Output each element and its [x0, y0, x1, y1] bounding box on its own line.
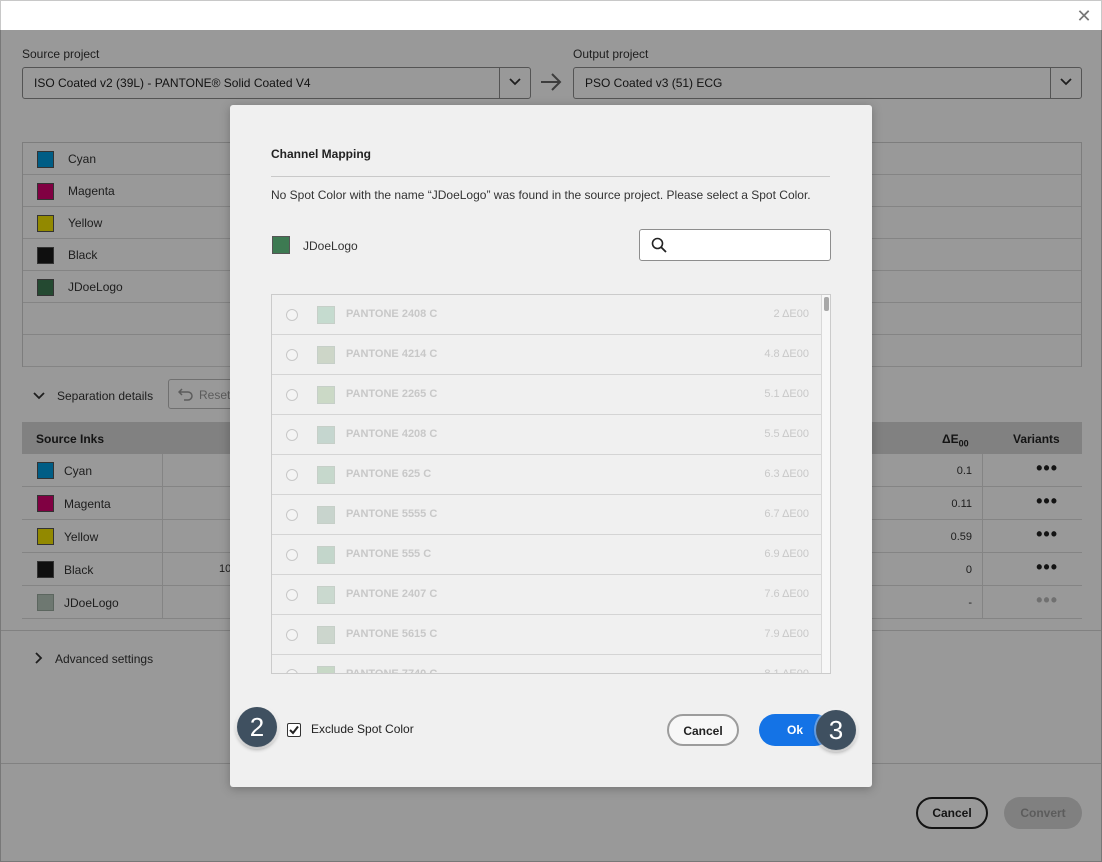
radio-button[interactable]: [286, 509, 298, 521]
pantone-delta: 8.1 ΔE00: [764, 668, 809, 674]
pantone-delta: 4.8 ΔE00: [764, 348, 809, 360]
search-field[interactable]: [639, 229, 831, 261]
pantone-list-item[interactable]: PANTONE 5615 C 7.9 ΔE00: [272, 615, 822, 655]
pantone-list-item[interactable]: PANTONE 2265 C 5.1 ΔE00: [272, 375, 822, 415]
pantone-swatch: [317, 506, 335, 524]
pantone-name: PANTONE 5615 C: [346, 628, 438, 640]
pantone-swatch: [317, 386, 335, 404]
radio-button[interactable]: [286, 549, 298, 561]
pantone-list-item[interactable]: PANTONE 4214 C 4.8 ΔE00: [272, 335, 822, 375]
pantone-swatch: [317, 666, 335, 673]
pantone-delta: 2 ΔE00: [773, 308, 810, 320]
pantone-name: PANTONE 4208 C: [346, 428, 438, 440]
spot-color-swatch: [272, 236, 290, 254]
pantone-swatch: [317, 586, 335, 604]
pantone-list-item[interactable]: PANTONE 625 C 6.3 ΔE00: [272, 455, 822, 495]
radio-button[interactable]: [286, 669, 298, 673]
close-icon[interactable]: ✕: [1075, 7, 1093, 25]
pantone-delta: 6.3 ΔE00: [764, 468, 809, 480]
pantone-name: PANTONE 4214 C: [346, 348, 438, 360]
dialog-title: Channel Mapping: [271, 147, 371, 161]
dialog-message: No Spot Color with the name “JDoeLogo” w…: [271, 188, 811, 202]
pantone-swatch: [317, 306, 335, 324]
scrollbar[interactable]: [821, 295, 830, 673]
step-badge-2: 2: [237, 707, 277, 747]
pantone-name: PANTONE 7740 C: [346, 668, 438, 674]
exclude-spot-color-checkbox[interactable]: [287, 723, 301, 737]
radio-button[interactable]: [286, 629, 298, 641]
radio-button[interactable]: [286, 389, 298, 401]
pantone-swatch: [317, 426, 335, 444]
pantone-list-item[interactable]: PANTONE 2407 C 7.6 ΔE00: [272, 575, 822, 615]
checkmark-icon: [289, 725, 299, 735]
exclude-spot-color-label: Exclude Spot Color: [311, 722, 414, 736]
pantone-swatch: [317, 346, 335, 364]
channel-mapping-dialog: Channel Mapping No Spot Color with the n…: [230, 105, 872, 787]
dialog-cancel-button[interactable]: Cancel: [667, 714, 739, 746]
pantone-list-item[interactable]: PANTONE 4208 C 5.5 ΔE00: [272, 415, 822, 455]
search-input[interactable]: [678, 236, 823, 254]
pantone-list-item[interactable]: PANTONE 7740 C 8.1 ΔE00: [272, 655, 822, 674]
pantone-delta: 6.9 ΔE00: [764, 548, 809, 560]
pantone-swatch: [317, 546, 335, 564]
search-icon: [651, 237, 667, 253]
pantone-name: PANTONE 2408 C: [346, 308, 438, 320]
pantone-list[interactable]: PANTONE 2408 C 2 ΔE00 PANTONE 4214 C 4.8 ΔE…: [271, 294, 831, 674]
pantone-delta: 5.5 ΔE00: [764, 428, 809, 440]
radio-button[interactable]: [286, 309, 298, 321]
pantone-name: PANTONE 2407 C: [346, 588, 438, 600]
divider: [271, 176, 830, 177]
radio-button[interactable]: [286, 349, 298, 361]
pantone-delta: 6.7 ΔE00: [764, 508, 809, 520]
pantone-name: PANTONE 2265 C: [346, 388, 438, 400]
pantone-delta: 7.9 ΔE00: [764, 628, 809, 640]
spot-color-name: JDoeLogo: [303, 239, 358, 253]
pantone-list-item[interactable]: PANTONE 2408 C 2 ΔE00: [272, 295, 822, 335]
step-badge-3: 3: [816, 710, 856, 750]
pantone-delta: 7.6 ΔE00: [764, 588, 809, 600]
pantone-name: PANTONE 5555 C: [346, 508, 438, 520]
pantone-name: PANTONE 625 C: [346, 468, 432, 480]
radio-button[interactable]: [286, 469, 298, 481]
pantone-name: PANTONE 555 C: [346, 548, 432, 560]
pantone-swatch: [317, 466, 335, 484]
pantone-list-item[interactable]: PANTONE 5555 C 6.7 ΔE00: [272, 495, 822, 535]
radio-button[interactable]: [286, 429, 298, 441]
scrollbar-thumb[interactable]: [824, 297, 829, 311]
pantone-list-item[interactable]: PANTONE 555 C 6.9 ΔE00: [272, 535, 822, 575]
pantone-swatch: [317, 626, 335, 644]
radio-button[interactable]: [286, 589, 298, 601]
pantone-delta: 5.1 ΔE00: [764, 388, 809, 400]
